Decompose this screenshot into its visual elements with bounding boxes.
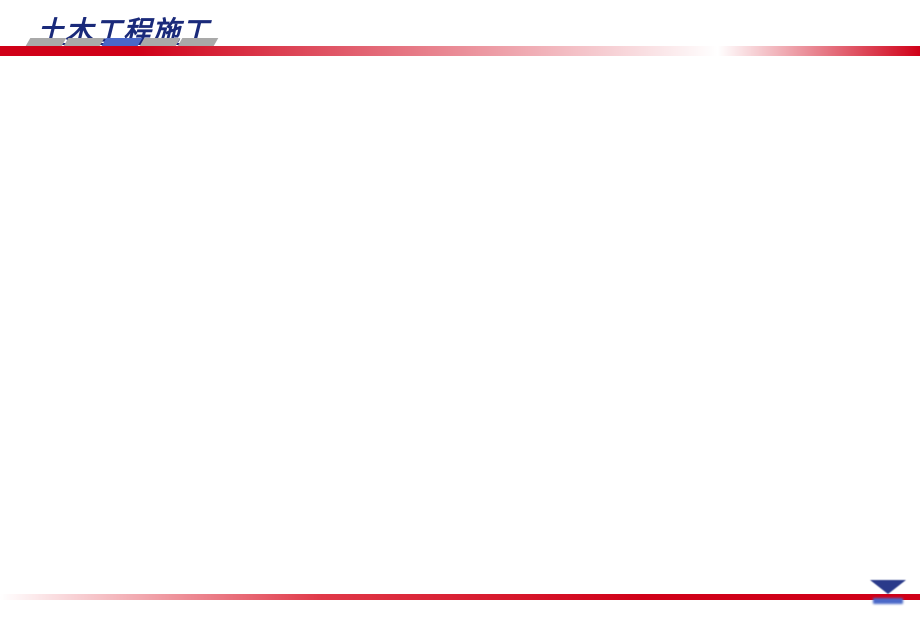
parallelogram-decor [26,38,67,46]
parallelogram-decor [140,38,181,46]
header-divider-bar [0,46,920,56]
arrow-triangle [870,580,906,594]
down-arrow-icon [868,580,908,610]
header-parallelogram-row [28,38,218,46]
parallelogram-decor [64,38,105,46]
arrow-base [873,598,903,604]
footer-divider-bar [0,594,920,600]
parallelogram-decor [178,38,219,46]
parallelogram-decor [102,38,143,46]
slide-content-area [0,56,920,594]
